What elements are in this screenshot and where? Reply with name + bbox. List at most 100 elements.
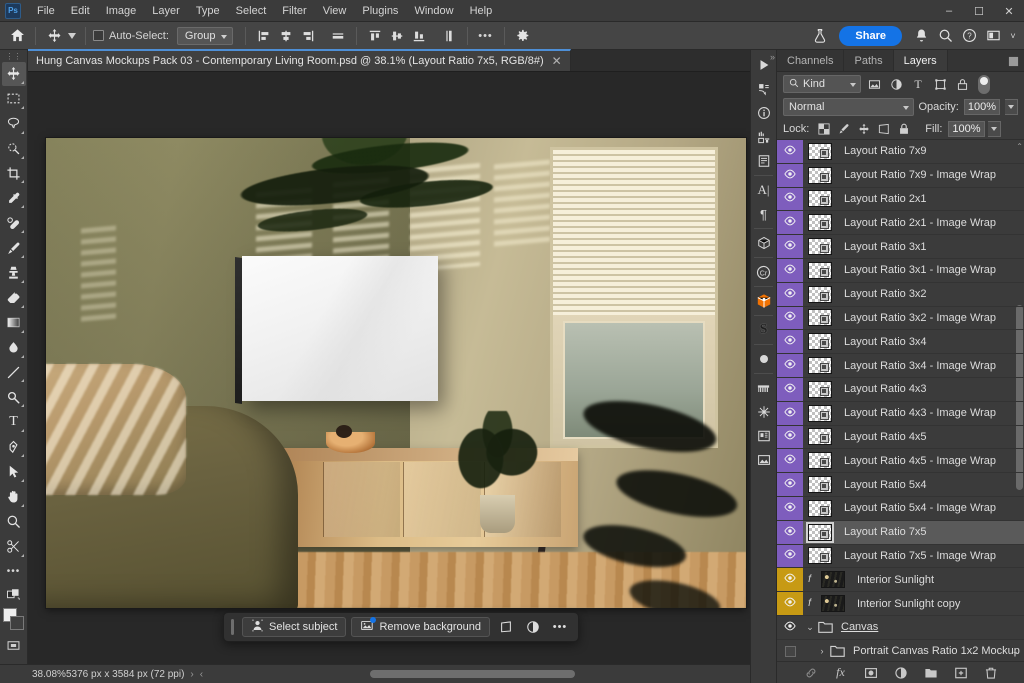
- workspace-icon[interactable]: [982, 26, 1004, 46]
- layer-name[interactable]: Layout Ratio 3x4 - Image Wrap: [837, 360, 996, 372]
- layer-name[interactable]: Portrait Canvas Ratio 1x2 Mockup: [846, 645, 1020, 657]
- layer-visibility-toggle[interactable]: [777, 496, 803, 520]
- distribute-vertical-icon[interactable]: [438, 26, 460, 46]
- blend-mode-dropdown[interactable]: Normal: [783, 98, 914, 116]
- layer-row[interactable]: Layout Ratio 3x1: [777, 235, 1024, 259]
- layer-name[interactable]: Layout Ratio 2x1 - Image Wrap: [837, 217, 996, 229]
- status-expand-right-icon[interactable]: ›: [184, 669, 199, 680]
- layer-visibility-toggle[interactable]: [777, 401, 803, 425]
- zoom-level[interactable]: 38.08%: [0, 669, 66, 680]
- layer-row[interactable]: Layout Ratio 7x9: [777, 140, 1024, 164]
- menu-filter[interactable]: Filter: [274, 2, 314, 20]
- horizontal-scrollbar[interactable]: [370, 670, 760, 678]
- status-expand-left-icon[interactable]: ‹: [200, 669, 209, 680]
- menu-edit[interactable]: Edit: [63, 2, 98, 20]
- eyedropper-tool[interactable]: [2, 186, 26, 210]
- lock-all-icon[interactable]: [895, 120, 912, 137]
- layer-visibility-toggle[interactable]: [777, 449, 803, 473]
- layer-visibility-toggle[interactable]: [777, 568, 803, 592]
- lock-position-icon[interactable]: [855, 120, 872, 137]
- layer-thumbnail[interactable]: [803, 452, 837, 470]
- layer-row[interactable]: Layout Ratio 4x5: [777, 425, 1024, 450]
- layer-row[interactable]: Layout Ratio 4x5 - Image Wrap: [777, 449, 1024, 474]
- layer-visibility-toggle[interactable]: [777, 640, 803, 661]
- layer-style-fx-icon[interactable]: fx: [832, 664, 849, 681]
- distribute-horizontal-icon[interactable]: [327, 26, 349, 46]
- filter-enable-toggle[interactable]: [978, 74, 990, 94]
- layer-name[interactable]: Canvas: [834, 621, 878, 633]
- layer-row[interactable]: f Interior Sunlight copy: [777, 592, 1024, 616]
- document-artboard[interactable]: [46, 138, 746, 608]
- minimize-button[interactable]: –: [934, 0, 964, 22]
- layer-visibility-toggle[interactable]: [777, 592, 803, 615]
- brush-tool[interactable]: [2, 236, 26, 260]
- workspace-chevron-icon[interactable]: ˅: [1006, 26, 1020, 46]
- layer-visibility-toggle[interactable]: [777, 520, 803, 544]
- info-icon[interactable]: [752, 101, 776, 125]
- search-icon[interactable]: [934, 26, 956, 46]
- canvas-area[interactable]: Select subject Remove background ••• ⌄: [28, 72, 774, 664]
- lock-image-pixels-icon[interactable]: [835, 120, 852, 137]
- add-layer-mask-icon[interactable]: [862, 664, 879, 681]
- layer-thumbnail[interactable]: [803, 547, 837, 565]
- type-tool[interactable]: T: [2, 410, 26, 434]
- adjustment-icon[interactable]: [522, 617, 544, 637]
- eraser-tool[interactable]: [2, 286, 26, 310]
- paragraph-icon[interactable]: ¶: [752, 202, 776, 226]
- auto-select-checkbox[interactable]: [93, 30, 104, 41]
- tab-channels[interactable]: Channels: [777, 50, 845, 71]
- layer-visibility-toggle[interactable]: [777, 354, 803, 377]
- menu-view[interactable]: View: [315, 2, 355, 20]
- background-color-swatch[interactable]: [9, 616, 24, 631]
- close-button[interactable]: ✕: [994, 0, 1024, 22]
- share-button[interactable]: Share: [839, 25, 902, 46]
- layer-name[interactable]: Layout Ratio 7x9: [837, 145, 927, 157]
- path-selection-tool[interactable]: [2, 460, 26, 484]
- snowflake-icon[interactable]: [752, 400, 776, 424]
- layer-name[interactable]: Layout Ratio 4x3: [837, 383, 927, 395]
- opacity-value[interactable]: 100%: [963, 99, 1000, 115]
- character-icon[interactable]: A|: [752, 178, 776, 202]
- menu-help[interactable]: Help: [462, 2, 501, 20]
- chevron-down-icon[interactable]: ⌄: [803, 622, 817, 633]
- new-group-icon[interactable]: [922, 664, 939, 681]
- layer-visibility-toggle[interactable]: [777, 211, 803, 235]
- spot-healing-brush-tool[interactable]: [2, 211, 26, 235]
- layer-visibility-toggle[interactable]: [777, 306, 803, 330]
- menu-window[interactable]: Window: [406, 2, 461, 20]
- lasso-tool[interactable]: [2, 112, 26, 136]
- move-tool[interactable]: [1, 62, 26, 86]
- clone-stamp-tool[interactable]: [2, 261, 26, 285]
- lock-transparent-pixels-icon[interactable]: [815, 120, 832, 137]
- substance-icon[interactable]: S: [752, 318, 776, 342]
- new-layer-icon[interactable]: [952, 664, 969, 681]
- filter-kind-dropdown[interactable]: Kind: [783, 75, 861, 93]
- layer-row[interactable]: Layout Ratio 2x1 - Image Wrap: [777, 211, 1024, 236]
- layer-row[interactable]: Layout Ratio 4x3: [777, 377, 1024, 402]
- layer-visibility-toggle[interactable]: [777, 330, 803, 354]
- fill-value[interactable]: 100%: [948, 120, 985, 137]
- layer-name[interactable]: Layout Ratio 7x5 - Image Wrap: [837, 550, 996, 562]
- layer-row[interactable]: Layout Ratio 3x1 - Image Wrap: [777, 258, 1024, 283]
- layer-visibility-toggle[interactable]: [777, 544, 803, 568]
- layer-row[interactable]: Layout Ratio 3x4 - Image Wrap: [777, 354, 1024, 378]
- layer-row[interactable]: Layout Ratio 7x5: [777, 520, 1024, 545]
- bell-icon[interactable]: [910, 26, 932, 46]
- plugins-box-icon[interactable]: [752, 289, 776, 313]
- align-horizontal-centers-icon[interactable]: [275, 26, 297, 46]
- layer-thumbnail[interactable]: [816, 595, 850, 613]
- layer-thumbnail[interactable]: [803, 238, 837, 256]
- layer-row[interactable]: f Interior Sunlight: [777, 568, 1024, 593]
- dodge-tool[interactable]: [2, 385, 26, 409]
- layer-row[interactable]: Layout Ratio 3x4: [777, 330, 1024, 355]
- layer-visibility-toggle[interactable]: [777, 377, 803, 401]
- layer-row[interactable]: Layout Ratio 3x2: [777, 282, 1024, 307]
- layer-row[interactable]: Layout Ratio 2x1: [777, 187, 1024, 212]
- auto-select-scope-dropdown[interactable]: Group: [176, 26, 233, 45]
- layer-name[interactable]: Interior Sunlight copy: [850, 598, 960, 610]
- layer-visibility-toggle[interactable]: [777, 187, 803, 211]
- layer-thumbnail[interactable]: [803, 285, 837, 303]
- menu-file[interactable]: File: [29, 2, 63, 20]
- tab-layers[interactable]: Layers: [893, 50, 948, 71]
- align-top-edges-icon[interactable]: [364, 26, 386, 46]
